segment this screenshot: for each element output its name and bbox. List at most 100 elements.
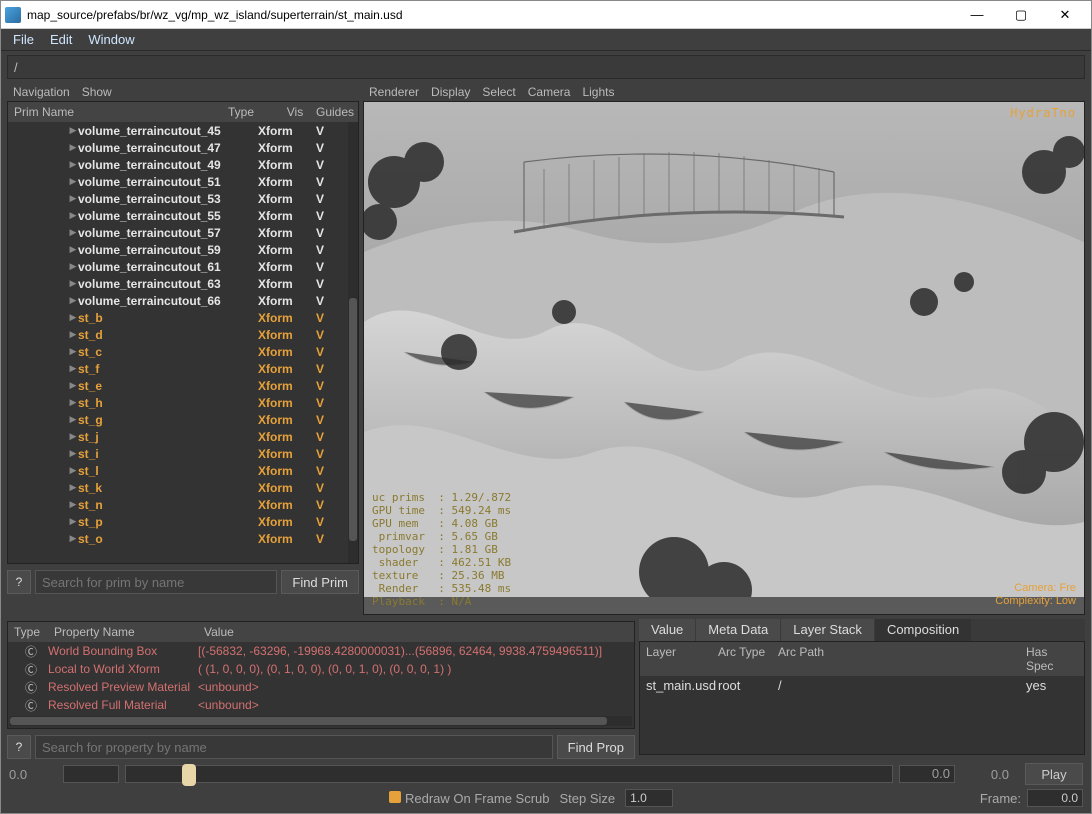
tree-row[interactable]: ▶ volume_terraincutout_51XformV [8,173,350,190]
expand-icon[interactable]: ▶ [68,193,78,204]
composition-row[interactable]: st_main.usdroot/yes [640,676,1084,694]
viewport-3d[interactable]: HydraTno Camera: Fre Complexity: Low uc … [363,101,1085,615]
prim-search-help[interactable]: ? [7,570,31,594]
col-vis[interactable]: Vis [280,102,310,122]
expand-icon[interactable]: ▶ [68,499,78,510]
stepsize-input[interactable]: 1.0 [625,789,673,807]
redraw-checkbox[interactable]: Redraw On Frame Scrub [389,791,550,806]
prim-vis[interactable]: V [316,498,346,512]
expand-icon[interactable]: ▶ [68,278,78,289]
vp-menu-camera[interactable]: Camera [524,85,575,99]
prim-vis[interactable]: V [316,532,346,546]
tree-row[interactable]: ▶ volume_terraincutout_49XformV [8,156,350,173]
col-prim-name[interactable]: Prim Name [8,102,222,122]
play-button[interactable]: Play [1025,763,1083,785]
expand-icon[interactable]: ▶ [68,210,78,221]
expand-icon[interactable]: ▶ [68,516,78,527]
timeline-start-box[interactable] [63,765,119,783]
titlebar[interactable]: map_source/prefabs/br/wz_vg/mp_wz_island… [1,1,1091,29]
prim-vis[interactable]: V [316,396,346,410]
expand-icon[interactable]: ▶ [68,142,78,153]
prim-vis[interactable]: V [316,226,346,240]
property-row[interactable]: ⒸWorld Bounding Box[(-56832, -63296, -19… [8,642,634,660]
tree-row[interactable]: ▶ volume_terraincutout_63XformV [8,275,350,292]
tab-layerstack[interactable]: Layer Stack [781,619,874,641]
expand-icon[interactable]: ▶ [68,414,78,425]
property-hscroll[interactable] [10,716,632,726]
tree-row[interactable]: ▶ st_pXformV [8,513,350,530]
tab-composition[interactable]: Composition [875,619,971,641]
tree-row[interactable]: ▶ st_hXformV [8,394,350,411]
property-row[interactable]: ⒸLocal to World Xform( (1, 0, 0, 0), (0,… [8,660,634,678]
prim-vis[interactable]: V [316,311,346,325]
tree-row[interactable]: ▶ st_gXformV [8,411,350,428]
menu-edit[interactable]: Edit [44,31,78,48]
prop-search-help[interactable]: ? [7,735,31,759]
tree-row[interactable]: ▶ st_bXformV [8,309,350,326]
composition-table[interactable]: Layer Arc Type Arc Path Has Spec st_main… [639,641,1085,755]
prim-vis[interactable]: V [316,328,346,342]
maximize-button[interactable]: ▢ [999,2,1043,28]
prim-path-field[interactable]: / [7,55,1085,79]
expand-icon[interactable]: ▶ [68,363,78,374]
tree-row[interactable]: ▶ st_cXformV [8,343,350,360]
vp-menu-select[interactable]: Select [478,85,519,99]
tree-row[interactable]: ▶ st_fXformV [8,360,350,377]
expand-icon[interactable]: ▶ [68,244,78,255]
prim-vis[interactable]: V [316,379,346,393]
tree-row[interactable]: ▶ volume_terraincutout_59XformV [8,241,350,258]
col-prop-type[interactable]: Type [8,622,48,642]
tree-row[interactable]: ▶ st_jXformV [8,428,350,445]
prim-vis[interactable]: V [316,260,346,274]
prim-tree[interactable]: Prim Name Type Vis Guides ▶ volume_terra… [7,101,359,564]
tree-row[interactable]: ▶ st_nXformV [8,496,350,513]
frame-input[interactable]: 0.0 [1027,789,1083,807]
expand-icon[interactable]: ▶ [68,227,78,238]
menu-window[interactable]: Window [82,31,140,48]
expand-icon[interactable]: ▶ [68,176,78,187]
expand-icon[interactable]: ▶ [68,448,78,459]
tree-row[interactable]: ▶ st_dXformV [8,326,350,343]
prim-vis[interactable]: V [316,243,346,257]
tree-row[interactable]: ▶ volume_terraincutout_47XformV [8,139,350,156]
prim-vis[interactable]: V [316,141,346,155]
expand-icon[interactable]: ▶ [68,346,78,357]
prim-vis[interactable]: V [316,413,346,427]
prim-vis[interactable]: V [316,447,346,461]
col-prop-name[interactable]: Property Name [48,622,198,642]
col-layer[interactable]: Layer [640,642,712,676]
prim-vis[interactable]: V [316,464,346,478]
tree-row[interactable]: ▶ st_oXformV [8,530,350,547]
col-type[interactable]: Type [222,102,280,122]
tab-navigation[interactable]: Navigation [9,85,74,99]
find-prim-button[interactable]: Find Prim [281,570,359,594]
prim-search-input[interactable] [35,570,277,594]
col-arctype[interactable]: Arc Type [712,642,772,676]
col-prop-value[interactable]: Value [198,622,634,642]
property-hscroll-thumb[interactable] [10,717,607,725]
prim-vis[interactable]: V [316,362,346,376]
expand-icon[interactable]: ▶ [68,397,78,408]
col-arcpath[interactable]: Arc Path [772,642,1020,676]
close-button[interactable]: ✕ [1043,2,1087,28]
property-row[interactable]: ⒸResolved Full Material<unbound> [8,696,634,714]
col-guides[interactable]: Guides [310,102,358,122]
expand-icon[interactable]: ▶ [68,533,78,544]
expand-icon[interactable]: ▶ [68,312,78,323]
prim-vis[interactable]: V [316,124,346,138]
expand-icon[interactable]: ▶ [68,125,78,136]
timeline-end-box[interactable]: 0.0 [899,765,955,783]
tab-metadata[interactable]: Meta Data [696,619,780,641]
tab-value[interactable]: Value [639,619,695,641]
prim-vis[interactable]: V [316,158,346,172]
tree-row[interactable]: ▶ volume_terraincutout_57XformV [8,224,350,241]
menu-file[interactable]: File [7,31,40,48]
tab-show[interactable]: Show [78,85,116,99]
prim-vis[interactable]: V [316,294,346,308]
prim-vis[interactable]: V [316,430,346,444]
tree-scrollbar[interactable] [348,122,358,563]
tree-row[interactable]: ▶ volume_terraincutout_61XformV [8,258,350,275]
expand-icon[interactable]: ▶ [68,431,78,442]
tree-row[interactable]: ▶ volume_terraincutout_66XformV [8,292,350,309]
minimize-button[interactable]: — [955,2,999,28]
